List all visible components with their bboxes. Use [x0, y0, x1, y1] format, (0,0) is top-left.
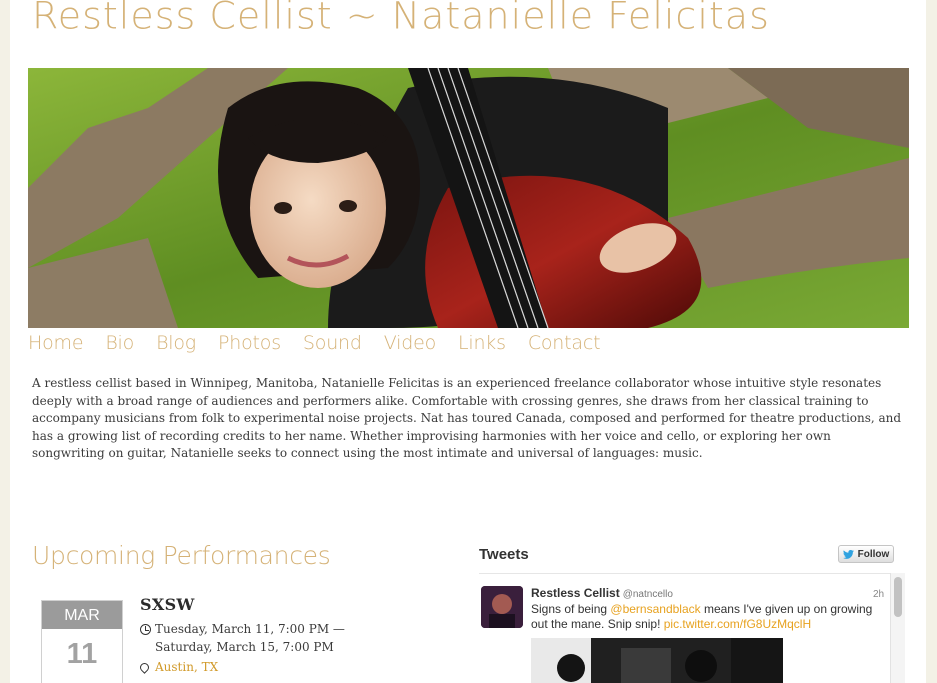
tweet-mention-link[interactable]: @bernsandblack — [610, 602, 700, 616]
twitter-follow-label: Follow — [857, 548, 890, 560]
event-day: 11 — [66, 638, 98, 670]
nav-item-video[interactable]: Video — [384, 332, 436, 358]
tweet-author[interactable]: Restless Cellist @natncello — [531, 586, 673, 600]
tweet-author-handle: @natncello — [622, 589, 673, 600]
twitter-follow-button[interactable]: Follow — [838, 545, 894, 563]
tweet-photo[interactable] — [531, 638, 783, 683]
twitter-bird-icon — [842, 549, 854, 559]
hero-image — [28, 68, 909, 328]
avatar-image — [481, 586, 523, 628]
tweet-avatar[interactable] — [481, 586, 523, 628]
nav-item-photos[interactable]: Photos — [218, 332, 281, 358]
event-title[interactable]: SXSW — [140, 595, 195, 614]
tweet-pic-link[interactable]: pic.twitter.com/fG8UzMqclH — [664, 617, 811, 631]
tweet-timestamp[interactable]: 2h — [873, 589, 884, 600]
event-time-start: Tuesday, March 11, 7:00 PM — — [155, 622, 345, 636]
event-date-badge: MAR 11 — [41, 600, 123, 683]
tweet-scrollbar[interactable] — [890, 573, 905, 683]
tweet-text: Signs of being @bernsandblack means I've… — [531, 602, 891, 632]
bio-paragraph: A restless cellist based in Winnipeg, Ma… — [32, 376, 902, 461]
nav-item-contact[interactable]: Contact — [528, 332, 601, 358]
page: Restless Cellist ~ Natanielle Felicitas — [10, 0, 926, 683]
site-title[interactable]: Restless Cellist ~ Natanielle Felicitas — [32, 0, 770, 38]
tweets-heading: Tweets — [479, 546, 529, 563]
event-location: Austin, TX — [138, 660, 218, 674]
event-month: MAR — [42, 601, 122, 629]
tweet-photo-image — [531, 638, 783, 683]
hero-photo-cellist — [28, 68, 909, 328]
event-location-link[interactable]: Austin, TX — [155, 660, 218, 674]
clock-icon — [140, 624, 151, 635]
nav-item-home[interactable]: Home — [28, 332, 84, 358]
performances-heading: Upcoming Performances — [32, 541, 331, 570]
nav-item-sound[interactable]: Sound — [303, 332, 362, 358]
nav-item-blog[interactable]: Blog — [156, 332, 196, 358]
main-nav: Home Bio Blog Photos Sound Video Links C… — [28, 332, 622, 358]
map-pin-icon — [138, 661, 151, 674]
nav-item-bio[interactable]: Bio — [105, 332, 134, 358]
tweet-author-name: Restless Cellist — [531, 586, 620, 600]
event-time: Tuesday, March 11, 7:00 PM — Saturday, M… — [140, 620, 360, 656]
tweet-timeline: Restless Cellist @natncello 2h Signs of b… — [479, 573, 904, 683]
tweet-scrollbar-thumb[interactable] — [894, 577, 902, 617]
event-time-end: Saturday, March 15, 7:00 PM — [155, 640, 334, 654]
nav-item-links[interactable]: Links — [458, 332, 506, 358]
tweet-text-part1: Signs of being — [531, 602, 611, 616]
